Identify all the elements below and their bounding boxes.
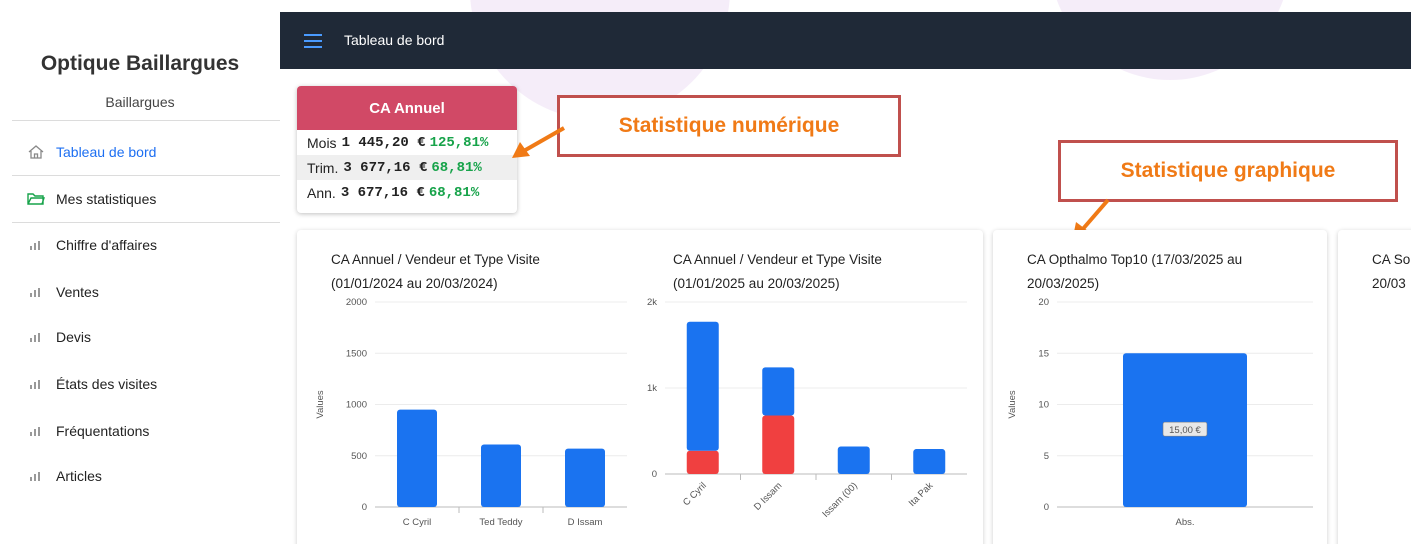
folder-open-icon [26,191,46,207]
sidebar-item-articles[interactable]: Articles [26,468,102,484]
stat-value: 3 677,16 € [340,184,425,201]
sidebar-item-label: Ventes [56,284,99,300]
sidebar-item-label: Articles [56,468,102,484]
x-tick-label: Abs. [1175,517,1194,528]
page-title: Tableau de bord [344,32,445,48]
y-tick-label: 1500 [346,348,367,359]
callout-graphic: Statistique graphique [1058,140,1398,202]
y-axis-label: Values [315,390,326,419]
bar [481,444,521,507]
y-tick-label: 10 [1038,400,1049,411]
x-tick-label: Issam (00) [820,480,860,520]
x-tick-label: Ita Pak [907,480,936,509]
stat-percent: 125,81% [429,134,489,151]
brand-name: Optique Baillargues [40,52,240,75]
bar-chart-icon [26,376,46,392]
bar-chart-icon [26,284,46,300]
stat-period-label: Trim. [307,159,339,176]
stat-value: 3 677,16 € [343,159,428,176]
chart-title: CA Opthalmo Top10 (17/03/2025 au 20/03/2… [1027,252,1243,291]
sidebar-item-frequentations[interactable]: Fréquentations [26,423,149,439]
y-tick-label: 0 [652,469,657,480]
bar-chart-opthalmo: 0 5 10 15 20 Values 15,00 € Abs. [1007,297,1313,528]
sidebar-item-label: Fréquentations [56,423,150,439]
bar [913,449,946,474]
ca-annuel-card[interactable]: CA Annuel Mois 1 445,20 € 125,81% Trim. … [297,86,517,213]
stat-percent: 68,81% [428,184,480,201]
ca-annuel-header: CA Annuel [297,86,517,130]
stat-period-label: Mois [307,134,337,151]
stat-percent: 68,81% [431,159,482,176]
sidebar: Optique Baillargues Baillargues Tableau … [0,0,280,544]
bar-chart-2024: 0 500 1000 1500 2000 Values C Cyril Ted Teddy D … [315,297,627,528]
sidebar-item-label: Devis [56,329,92,345]
bar [565,448,605,507]
sidebar-item-devis[interactable]: Devis [26,329,91,345]
stat-row: Mois 1 445,20 € 125,81% [297,130,517,155]
sidebar-item-label: États des visites [56,376,158,392]
callout-arrow [512,126,565,158]
home-icon [26,144,46,160]
y-tick-label: 0 [1044,502,1049,513]
bar [686,450,719,474]
chart-card-vendeur-2024-2025: CA Annuel / Vendeur et Type Visite (01/0… [297,230,983,544]
sidebar-divider [12,222,280,223]
x-tick-label: C Cyril [681,480,709,508]
sidebar-divider [12,175,280,176]
bar [837,446,870,474]
y-tick-label: 15 [1038,348,1049,359]
sidebar-divider [12,120,280,121]
stat-value: 1 445,20 € [341,134,426,151]
x-tick-label: Ted Teddy [479,517,522,528]
sidebar-item-etats-des-visites[interactable]: États des visites [26,376,157,392]
y-tick-label: 2k [647,297,657,308]
bar [397,409,437,507]
chart-title: CA Annuel / Vendeur et Type Visite (01/0… [331,252,540,291]
top-bar: Tableau de bord [280,12,1411,69]
bar [686,321,719,451]
chart-title: CA Annuel / Vendeur et Type Visite (01/0… [673,252,882,291]
chart-title: CA So 20/03 [1372,252,1411,291]
y-axis-label: Values [1007,390,1018,419]
y-tick-label: 0 [362,502,367,513]
y-tick-label: 2000 [346,297,367,308]
brand-subtitle: Baillargues [105,94,175,110]
x-tick-label: C Cyril [403,517,432,528]
sidebar-item-ventes[interactable]: Ventes [26,284,99,300]
bar-chart-icon [26,423,46,439]
hamburger-menu-icon[interactable] [304,34,322,48]
bar-chart-icon [26,237,46,253]
y-tick-label: 500 [351,451,367,462]
x-tick-label: D Issam [568,517,603,528]
stacked-bar-chart-2025: 01k2kValuesC CyrilD IssamIssam (00)Ita P… [647,297,967,520]
stat-row: Ann. 3 677,16 € 68,81% [297,180,517,205]
sidebar-item-chiffre-affaires[interactable]: Chiffre d'affaires [26,237,157,253]
stat-period-label: Ann. [307,184,336,201]
sidebar-item-label: Tableau de bord [56,144,157,160]
sidebar-item-tableau-de-bord[interactable]: Tableau de bord [26,144,156,160]
chart-card-partial: CA So 20/03 [1338,230,1411,544]
sidebar-item-label: Chiffre d'affaires [56,237,157,253]
bar-chart-icon [26,329,46,345]
bar [762,415,795,474]
x-tick-label: D Issam [752,480,784,512]
bar [762,367,795,416]
bar-chart-icon [26,468,46,484]
chart-card-opthalmo: CA Opthalmo Top10 (17/03/2025 au 20/03/2… [993,230,1327,544]
stat-row: Trim. 3 677,16 € 68,81% [297,155,517,180]
y-tick-label: 1k [647,383,657,394]
y-tick-label: 5 [1044,451,1049,462]
callout-numeric: Statistique numérique [557,95,901,157]
data-label: 15,00 € [1169,425,1201,436]
sidebar-item-label: Mes statistiques [56,191,157,207]
sidebar-item-mes-statistiques[interactable]: Mes statistiques [26,191,156,207]
y-tick-label: 1000 [346,400,367,411]
y-tick-label: 20 [1038,297,1049,308]
